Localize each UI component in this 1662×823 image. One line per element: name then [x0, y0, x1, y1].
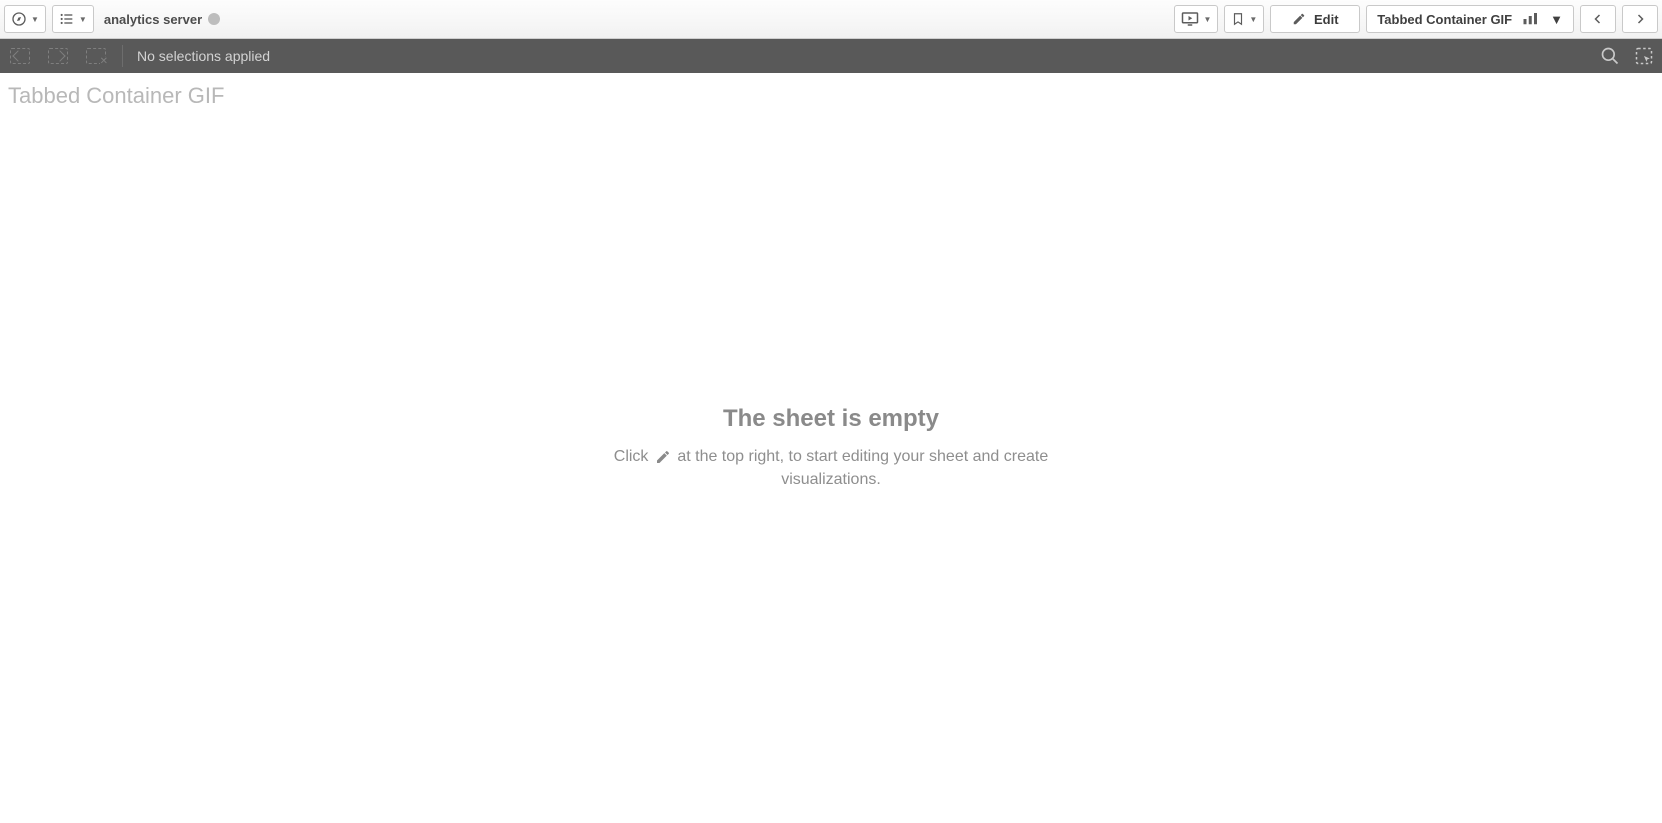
empty-hint: Click at the top right, to start editing… [611, 445, 1051, 491]
selection-forward-icon [48, 48, 68, 64]
bar-chart-icon [1522, 12, 1540, 26]
search-button[interactable] [1600, 46, 1620, 66]
edit-button-label: Edit [1314, 12, 1339, 27]
chevron-down-icon: ▼ [1203, 15, 1211, 24]
bookmark-icon [1231, 11, 1245, 27]
sheet-selector-label: Tabbed Container GIF [1377, 12, 1512, 27]
selection-back-button[interactable] [8, 48, 32, 64]
selections-status-text: No selections applied [137, 48, 270, 64]
selections-tool-button[interactable] [1634, 46, 1654, 66]
app-status-icon [208, 13, 220, 25]
empty-hint-after: at the top right, to start editing your … [677, 448, 1048, 488]
next-sheet-button[interactable] [1622, 5, 1658, 33]
selection-forward-button[interactable] [46, 48, 70, 64]
chevron-right-icon [1634, 12, 1646, 26]
selection-back-icon [10, 48, 30, 64]
list-menu-button[interactable]: ▼ [52, 5, 94, 33]
app-title-text: analytics server [104, 12, 202, 27]
story-menu-button[interactable]: ▼ [1174, 5, 1218, 33]
chevron-left-icon [1592, 12, 1604, 26]
app-title: analytics server [104, 12, 220, 27]
pencil-icon [655, 449, 671, 465]
prev-sheet-button[interactable] [1580, 5, 1616, 33]
empty-sheet-message: The sheet is empty Click at the top righ… [0, 73, 1662, 823]
empty-hint-before: Click [614, 448, 653, 465]
chevron-down-icon: ▼ [1550, 12, 1563, 27]
selections-tool-icon [1634, 46, 1654, 66]
clear-selections-button[interactable] [84, 48, 108, 64]
pencil-icon [1292, 12, 1306, 26]
selections-bar: No selections applied [0, 39, 1662, 73]
empty-heading: The sheet is empty [723, 405, 939, 433]
compass-menu-button[interactable]: ▼ [4, 5, 46, 33]
clear-selections-icon [86, 48, 106, 64]
sheet-title: Tabbed Container GIF [0, 73, 1662, 109]
edit-button[interactable]: Edit [1270, 5, 1360, 33]
list-icon [59, 11, 75, 27]
chevron-down-icon: ▼ [79, 15, 87, 24]
chevron-down-icon: ▼ [31, 15, 39, 24]
divider [122, 45, 123, 67]
sheet-selector[interactable]: Tabbed Container GIF ▼ [1366, 5, 1574, 33]
chevron-down-icon: ▼ [1249, 15, 1257, 24]
compass-icon [11, 11, 27, 27]
bookmark-menu-button[interactable]: ▼ [1224, 5, 1264, 33]
play-screen-icon [1181, 11, 1199, 27]
search-icon [1600, 46, 1620, 66]
top-toolbar: ▼ ▼ analytics server ▼ [0, 0, 1662, 39]
